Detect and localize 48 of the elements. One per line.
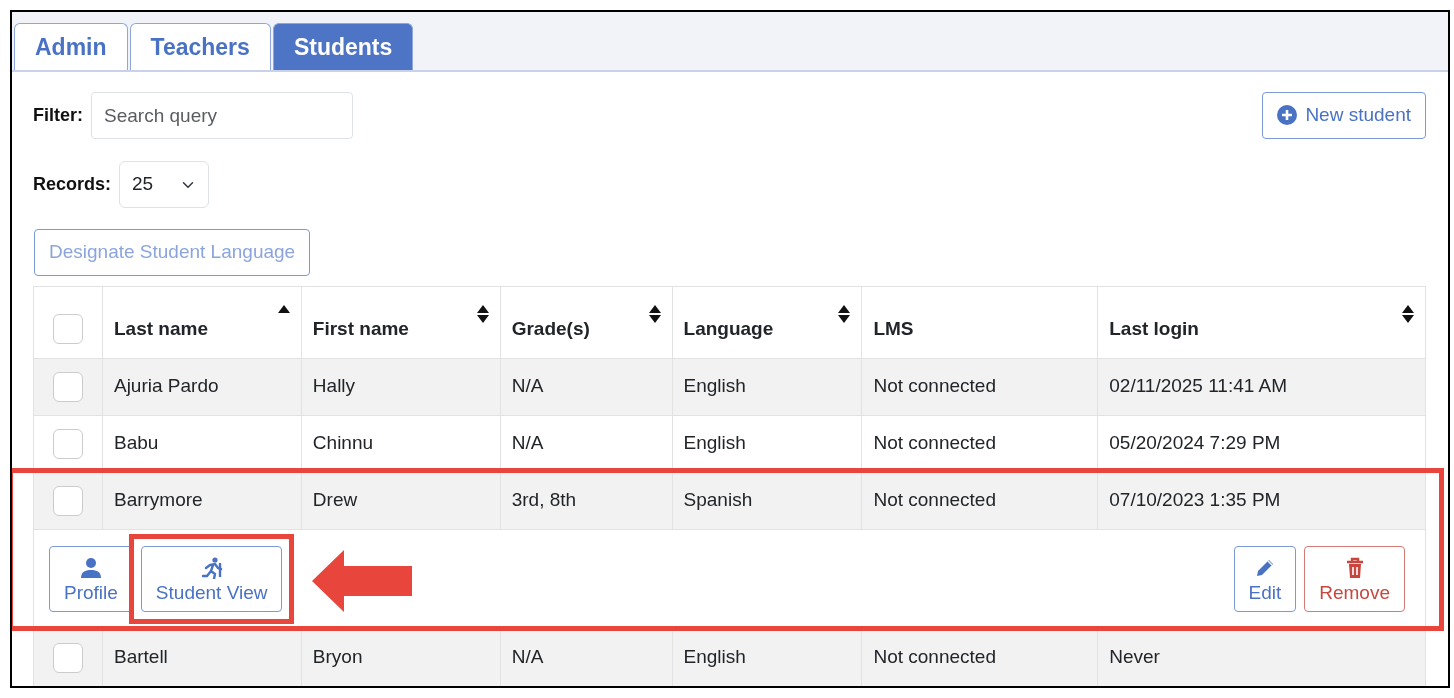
checkbox[interactable] xyxy=(53,642,83,673)
table-cell: 3rd, 8th xyxy=(500,472,673,529)
checkbox[interactable] xyxy=(53,485,83,516)
person-icon xyxy=(79,556,102,579)
tab[interactable]: Admin xyxy=(14,23,128,70)
table-cell: Bryon xyxy=(301,629,501,686)
table-cell: Never xyxy=(1097,629,1426,686)
checkbox[interactable] xyxy=(53,371,83,402)
remove-button[interactable]: Remove xyxy=(1304,545,1405,613)
sort-icon xyxy=(838,304,851,323)
column-header[interactable]: Language xyxy=(672,286,862,358)
table-cell: 07/10/2023 1:35 PM xyxy=(1097,472,1426,529)
table-cell: Not connected xyxy=(861,358,1098,415)
new-student-button[interactable]: New student xyxy=(1262,92,1426,139)
running-person-icon xyxy=(200,556,223,579)
table-cell: English xyxy=(672,629,862,686)
column-header[interactable]: LMS xyxy=(861,286,1098,358)
table-cell: Ajuria Pardo xyxy=(102,358,302,415)
sort-icon xyxy=(1402,304,1414,323)
table-cell: Not connected xyxy=(861,472,1098,529)
records-select[interactable]: 25 xyxy=(119,161,210,208)
table-cell: N/A xyxy=(500,629,673,686)
sort-icon xyxy=(648,304,661,323)
search-field[interactable]: Search query xyxy=(91,92,353,139)
sort-ascending-icon xyxy=(277,304,290,313)
table-cell: N/A xyxy=(500,358,673,415)
table-cell: 02/11/2025 11:41 AM xyxy=(1097,358,1426,415)
table-cell: Drew xyxy=(301,472,501,529)
column-header[interactable]: Grade(s) xyxy=(500,286,673,358)
filter-label: Filter: xyxy=(33,104,83,127)
checkbox[interactable] xyxy=(53,314,83,344)
table-cell: Bartell xyxy=(102,629,302,686)
column-header[interactable]: Last login xyxy=(1097,286,1426,358)
column-header[interactable]: First name xyxy=(301,286,501,358)
records-label: Records: xyxy=(33,173,112,196)
edit-button[interactable]: Edit xyxy=(1233,545,1297,613)
tab[interactable]: Students xyxy=(272,23,414,70)
table-cell: English xyxy=(672,358,862,415)
checkbox[interactable] xyxy=(53,428,83,459)
column-header[interactable]: Last name xyxy=(102,286,302,358)
table-cell: Hally xyxy=(301,358,501,415)
table-cell: Not connected xyxy=(861,629,1098,686)
table-cell: Barrymore xyxy=(102,472,302,529)
plus-circle-icon xyxy=(1277,105,1298,126)
table-cell: Spanish xyxy=(672,472,862,529)
student-view-button[interactable]: Student View xyxy=(140,545,283,613)
tab[interactable]: Teachers xyxy=(129,23,271,70)
sort-icon xyxy=(476,304,489,323)
